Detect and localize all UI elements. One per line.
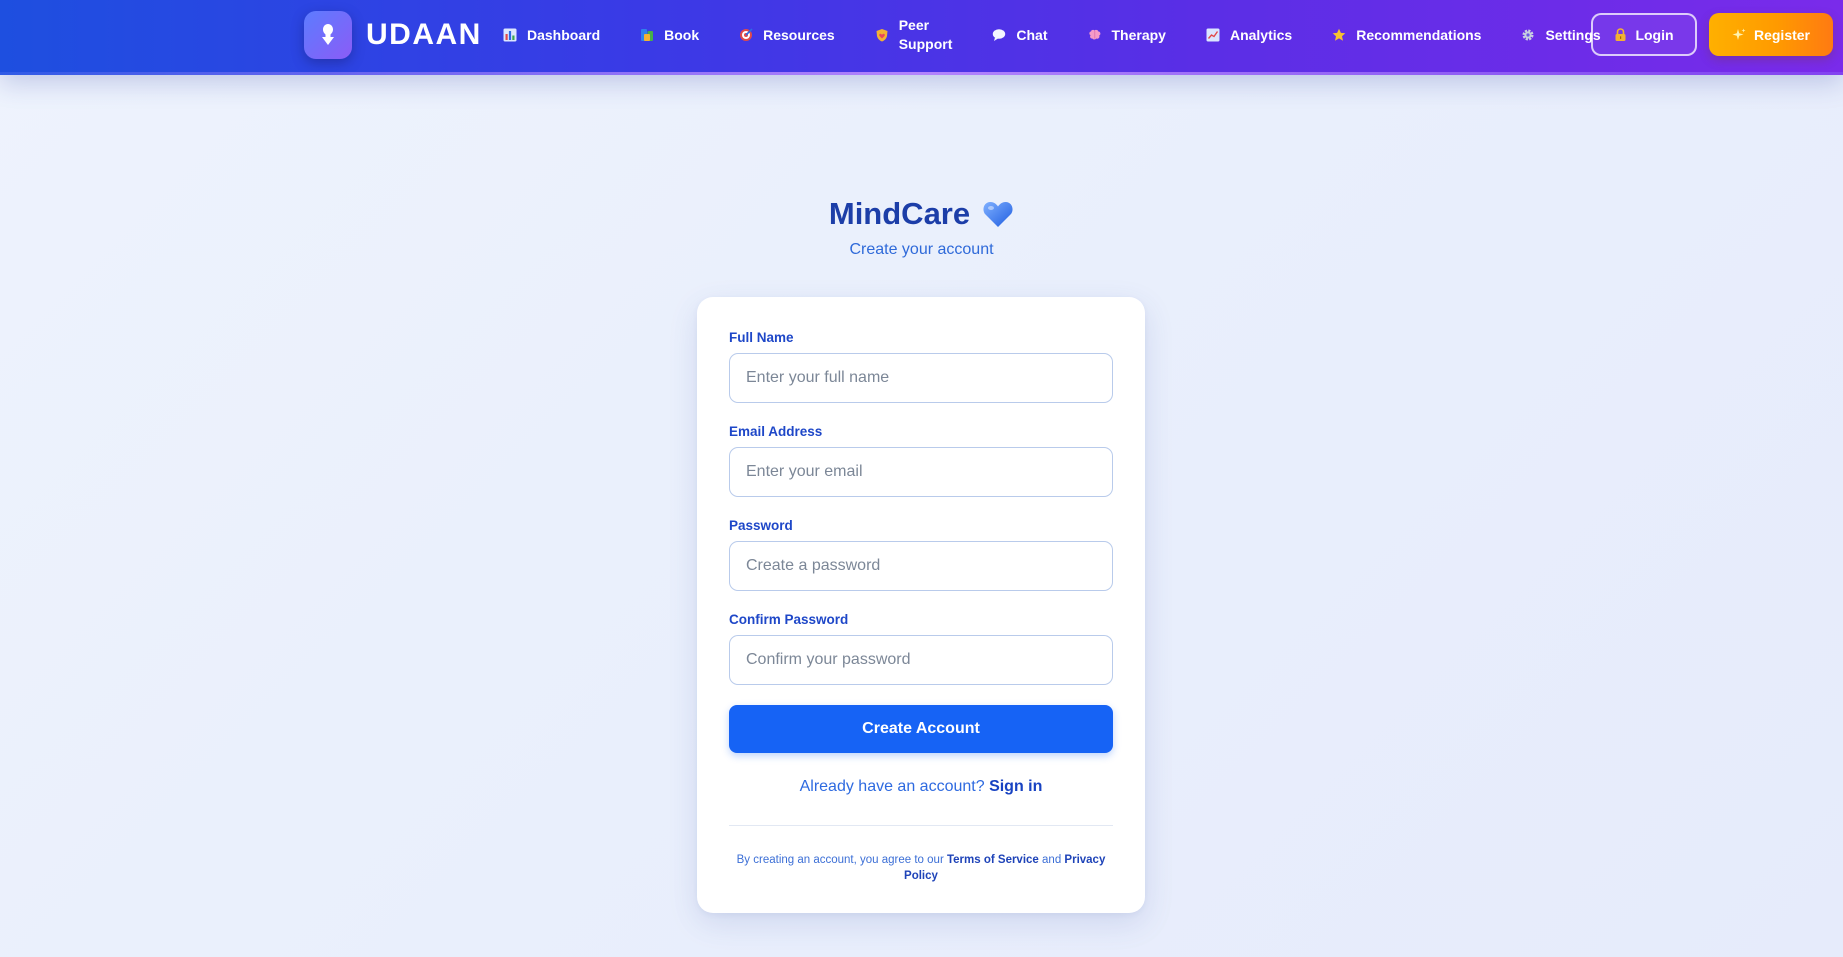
register-card: Full Name Email Address Password Confirm… <box>697 297 1145 913</box>
email-input[interactable] <box>729 447 1113 497</box>
nav-item-label: Recommendations <box>1356 27 1482 43</box>
signin-row: Already have an account? Sign in <box>697 778 1145 796</box>
password-input[interactable] <box>729 541 1113 591</box>
confirm-password-input[interactable] <box>729 635 1113 685</box>
nav-item-recommendations[interactable]: Recommendations <box>1322 15 1491 55</box>
top-navbar: UDAAN Dashboard Book Resources Peer Suppo… <box>0 0 1843 75</box>
nav-item-chat[interactable]: Chat <box>982 15 1057 55</box>
signin-prompt: Already have an account? <box>799 778 985 795</box>
confirm-password-label: Confirm Password <box>729 612 849 627</box>
page-header: MindCare Create your account <box>0 196 1843 259</box>
star-icon <box>1332 28 1346 42</box>
speech-bubble-icon <box>992 28 1006 42</box>
books-icon <box>640 28 654 42</box>
divider <box>729 825 1113 826</box>
login-button[interactable]: Login <box>1591 13 1697 56</box>
password-label: Password <box>729 518 793 533</box>
signin-link[interactable]: Sign in <box>989 778 1042 795</box>
nav-item-dashboard[interactable]: Dashboard <box>493 15 610 55</box>
nav-menu: Dashboard Book Resources Peer Support Cha… <box>493 0 1631 70</box>
terms-prefix: By creating an account, you agree to our <box>736 854 944 866</box>
email-label: Email Address <box>729 424 823 439</box>
trend-chart-icon <box>1206 28 1220 42</box>
nav-item-label: Resources <box>763 27 835 43</box>
nav-item-label: Analytics <box>1229 27 1293 43</box>
full-name-input[interactable] <box>729 353 1113 403</box>
nav-item-label: Therapy <box>1111 27 1166 43</box>
brand[interactable]: UDAAN <box>304 11 482 59</box>
bar-chart-icon <box>503 28 517 42</box>
nav-item-label: Dashboard <box>527 27 601 43</box>
terms-notice: By creating an account, you agree to our… <box>729 852 1113 884</box>
brand-logo-icon <box>304 11 352 59</box>
register-button[interactable]: Register <box>1709 13 1833 56</box>
brand-name: UDAAN <box>366 18 482 51</box>
nav-item-therapy[interactable]: Therapy <box>1078 15 1176 55</box>
app-title: MindCare <box>829 196 1014 232</box>
brain-icon <box>1088 28 1102 42</box>
nav-item-resources[interactable]: Resources <box>729 15 845 55</box>
nav-item-book[interactable]: Book <box>630 15 709 55</box>
nav-item-label: Peer Support <box>898 17 953 52</box>
target-icon <box>739 28 753 42</box>
shield-heart-icon <box>875 28 889 42</box>
terms-of-service-link[interactable]: Terms of Service <box>947 854 1039 866</box>
create-account-button[interactable]: Create Account <box>729 705 1113 753</box>
nav-item-label: Chat <box>1016 27 1048 43</box>
login-label: Login <box>1635 26 1674 43</box>
full-name-label: Full Name <box>729 330 794 345</box>
lock-icon <box>1614 27 1627 42</box>
gear-icon <box>1521 28 1535 42</box>
nav-item-peer-support[interactable]: Peer Support <box>865 15 963 55</box>
nav-item-analytics[interactable]: Analytics <box>1196 15 1302 55</box>
app-title-text: MindCare <box>828 196 971 231</box>
sparkles-icon <box>1732 28 1746 42</box>
nav-item-label: Book <box>664 27 700 43</box>
terms-and: and <box>1042 854 1062 866</box>
blue-heart-icon <box>982 200 1014 228</box>
page-subtitle: Create your account <box>849 241 994 258</box>
register-label: Register <box>1753 26 1811 43</box>
